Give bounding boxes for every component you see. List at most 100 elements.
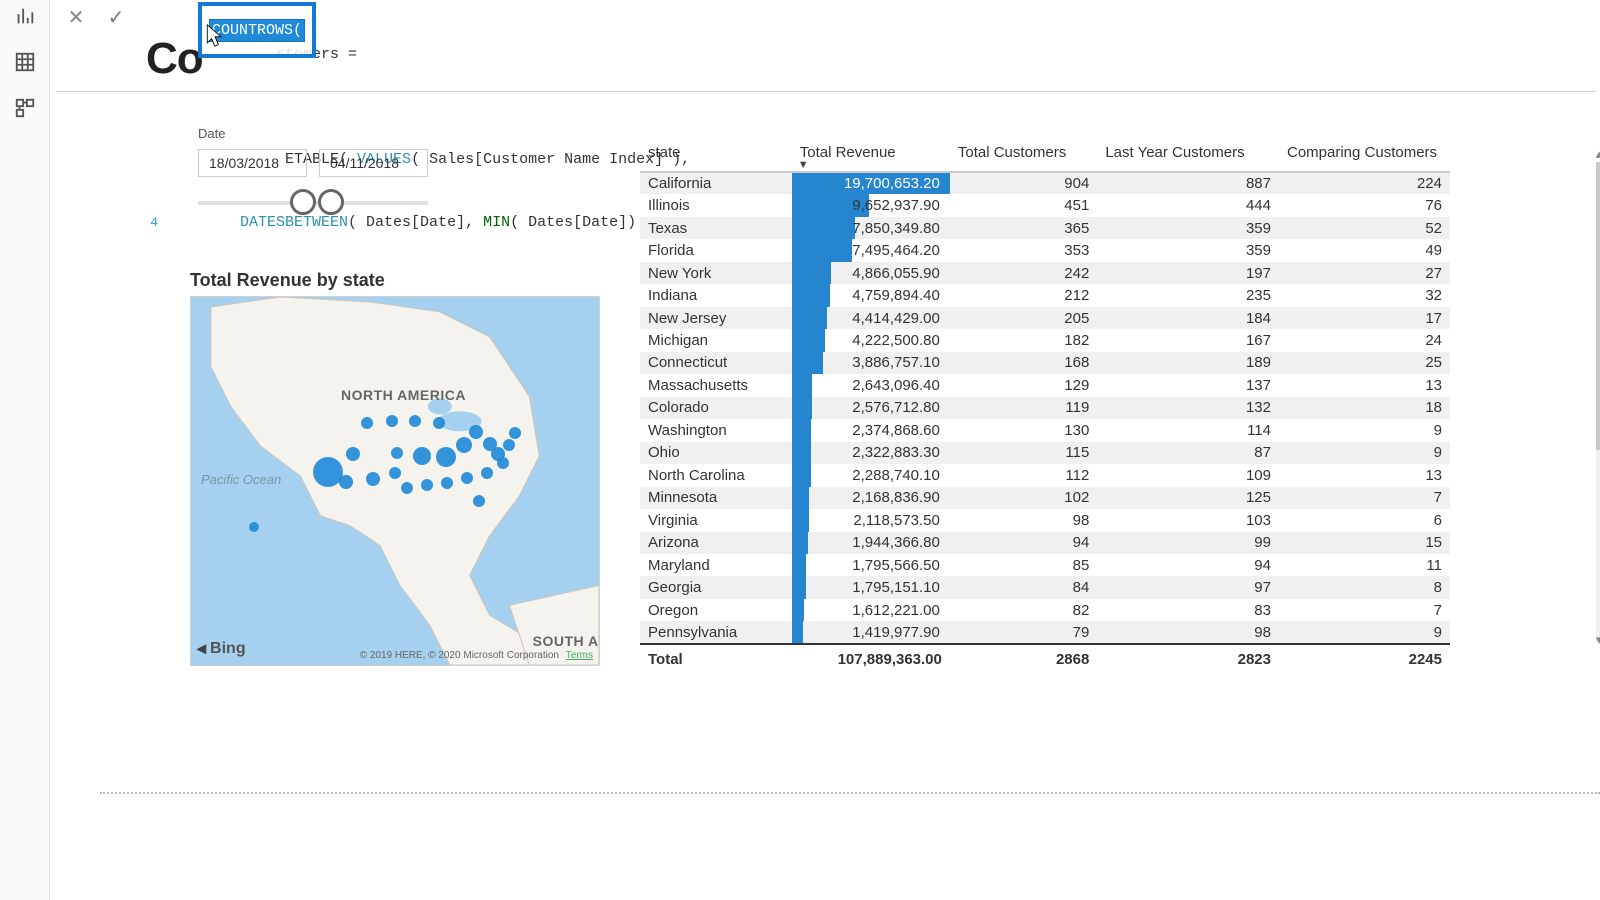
scroll-up-button[interactable]: ▴ [1592,146,1600,160]
map-bubble[interactable] [436,447,456,467]
map-bubble[interactable] [509,427,521,439]
cell-total-customers: 365 [950,217,1097,239]
map-visual[interactable]: NORTH AMERICA SOUTH AI Pacific Ocean ▸Bi… [190,296,600,666]
map-bubble[interactable] [421,479,433,491]
date-to-input[interactable]: 04/11/2018 [319,149,428,177]
map-bubble[interactable] [503,439,515,451]
table-row[interactable]: Michigan4,222,500.8018216724 [640,329,1450,351]
table-row[interactable]: Oregon1,612,221.0082837 [640,599,1450,621]
table-row[interactable]: Massachusetts2,643,096.4012913713 [640,374,1450,396]
cell-state: Indiana [640,284,792,306]
data-table-visual[interactable]: state Total Revenue ▼ Total Customers La… [640,142,1450,672]
map-bubble[interactable] [391,447,403,459]
map-bubble[interactable] [401,482,413,494]
table-row[interactable]: Florida7,495,464.2035335949 [640,239,1450,261]
map-bubble[interactable] [433,417,445,429]
map-terms-link[interactable]: Terms [566,650,593,661]
cell-state: Florida [640,239,792,261]
map-bubble[interactable] [389,467,401,479]
commit-formula-button[interactable]: ✓ [96,2,136,32]
cell-comparing: 9 [1279,419,1450,441]
table-row[interactable]: Arizona1,944,366.80949915 [640,532,1450,554]
date-from-input[interactable]: 18/03/2018 [198,149,307,177]
col-header-last-year[interactable]: Last Year Customers [1097,142,1279,172]
table-row[interactable]: Minnesota2,168,836.901021257 [640,487,1450,509]
map-bubble[interactable] [339,475,353,489]
bing-logo: ▸Bing [197,638,246,659]
table-row[interactable]: Illinois9,652,937.9045144476 [640,194,1450,216]
cell-last-year: 99 [1097,532,1279,554]
cell-state: Colorado [640,397,792,419]
map-bubble[interactable] [481,467,493,479]
cell-last-year: 167 [1097,329,1279,351]
cell-last-year: 114 [1097,419,1279,441]
page-title: Co [146,34,203,84]
map-bubble[interactable] [456,437,472,453]
total-label: Total [640,644,792,672]
table-row[interactable]: Colorado2,576,712.8011913218 [640,397,1450,419]
scrollbar-thumb[interactable] [1596,162,1600,450]
table-row[interactable]: Indiana4,759,894.4021223532 [640,284,1450,306]
table-row[interactable]: California19,700,653.20904887224 [640,172,1450,194]
map-bubble[interactable] [413,447,431,465]
cell-comparing: 7 [1279,599,1450,621]
date-slider[interactable] [198,189,428,219]
cell-state: Connecticut [640,352,792,374]
cell-total-customers: 353 [950,239,1097,261]
data-view-icon[interactable] [13,50,37,74]
cell-total-customers: 182 [950,329,1097,351]
table-row[interactable]: North Carolina2,288,740.1011210913 [640,464,1450,486]
map-bubble[interactable] [469,425,483,439]
cell-state: New York [640,262,792,284]
slider-thumb-left[interactable] [290,189,316,215]
table-row[interactable]: New York4,866,055.9024219727 [640,262,1450,284]
table-row[interactable]: Maryland1,795,566.50859411 [640,554,1450,576]
cell-revenue: 1,612,221.00 [792,599,950,621]
table-row[interactable]: Georgia1,795,151.1084978 [640,576,1450,598]
cell-state: New Jersey [640,307,792,329]
map-bubble[interactable] [386,415,398,427]
map-bubble[interactable] [249,522,259,532]
cell-comparing: 32 [1279,284,1450,306]
map-bubble[interactable] [366,472,380,486]
scroll-down-button[interactable]: ▾ [1592,632,1600,646]
table-row[interactable]: Washington2,374,868.601301149 [640,419,1450,441]
cancel-formula-button[interactable]: ✕ [56,2,96,32]
cell-state: Minnesota [640,487,792,509]
cell-state: Arizona [640,532,792,554]
table-row[interactable]: Virginia2,118,573.50981036 [640,509,1450,531]
map-bubble[interactable] [497,457,509,469]
table-row[interactable]: Pennsylvania1,419,977.9079989 [640,621,1450,644]
table-row[interactable]: Ohio2,322,883.30115879 [640,442,1450,464]
cell-total-customers: 115 [950,442,1097,464]
scrollbar-track[interactable] [1596,162,1600,642]
report-view-icon[interactable] [13,4,37,28]
date-slicer[interactable]: Date 18/03/2018 04/11/2018 [198,126,428,219]
cell-comparing: 11 [1279,554,1450,576]
slider-thumb-right[interactable] [318,189,344,215]
cell-last-year: 83 [1097,599,1279,621]
cell-revenue: 7,495,464.20 [792,239,950,261]
col-header-total-customers[interactable]: Total Customers [950,142,1097,172]
col-header-revenue[interactable]: Total Revenue ▼ [792,142,950,172]
col-header-state[interactable]: state [640,142,792,172]
page-divider [100,792,1600,794]
table-row[interactable]: Texas7,850,349.8036535952 [640,217,1450,239]
cell-total-customers: 112 [950,464,1097,486]
cell-last-year: 87 [1097,442,1279,464]
map-bubble[interactable] [461,472,473,484]
map-bubble[interactable] [409,415,421,427]
cell-state: Michigan [640,329,792,351]
table-row[interactable]: New Jersey4,414,429.0020518417 [640,307,1450,329]
cell-revenue: 1,795,151.10 [792,576,950,598]
col-header-comparing[interactable]: Comparing Customers [1279,142,1450,172]
map-bubble[interactable] [473,495,485,507]
table-row[interactable]: Connecticut3,886,757.1016818925 [640,352,1450,374]
map-label-sa: SOUTH AI [533,633,600,649]
map-bubble[interactable] [346,447,360,461]
cell-last-year: 197 [1097,262,1279,284]
model-view-icon[interactable] [13,96,37,120]
map-bubble[interactable] [361,417,373,429]
cell-state: California [640,172,792,194]
map-bubble[interactable] [441,477,453,489]
